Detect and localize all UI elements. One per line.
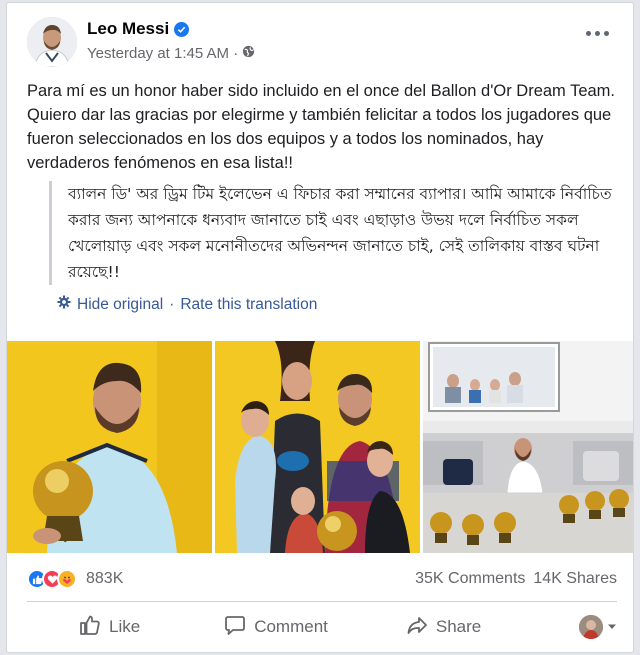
thumbs-up-icon — [79, 614, 101, 641]
actions-divider — [27, 601, 617, 602]
gear-icon — [57, 295, 71, 314]
post-meta: Yesterday at 1:45 AM · — [87, 45, 255, 62]
reactions-count[interactable]: 883K — [86, 570, 123, 588]
post-text: Para mí es un honor haber sido incluido … — [27, 82, 616, 172]
comment-bubble-icon — [224, 614, 246, 641]
author-name[interactable]: Leo Messi — [87, 19, 169, 39]
post-actions: Like Comment Share — [27, 607, 617, 647]
more-options-button[interactable] — [586, 31, 609, 36]
care-reaction-icon — [57, 569, 77, 589]
author-avatar[interactable] — [27, 17, 77, 67]
photo-grid — [7, 341, 633, 553]
more-dot-icon — [595, 31, 600, 36]
verified-badge-icon — [174, 21, 190, 37]
hide-original-link[interactable]: Hide original — [77, 296, 163, 314]
facebook-post-card: Leo Messi Yesterday at 1:45 AM · Para mí… — [6, 2, 634, 653]
more-dot-icon — [604, 31, 609, 36]
comment-label: Comment — [254, 617, 328, 636]
comments-count[interactable]: 35K Comments — [415, 570, 525, 588]
photo-2[interactable] — [215, 341, 420, 553]
post-stats: 883K 35K Comments 14K Shares — [27, 565, 617, 593]
photo-3[interactable] — [423, 341, 633, 553]
translation-controls: Hide original · Rate this translation — [57, 295, 317, 314]
globe-icon[interactable] — [242, 45, 255, 62]
like-label: Like — [109, 617, 141, 636]
post-timestamp[interactable]: Yesterday at 1:45 AM · — [87, 45, 238, 62]
separator-dot: · — [169, 295, 175, 313]
share-arrow-icon — [406, 614, 428, 641]
translated-text: ব্যালন ডি' অর ড্রিম টিম ইলেভেন এ ফিচার ক… — [49, 181, 619, 285]
engagement-counts: 35K Comments 14K Shares — [415, 570, 617, 588]
share-button[interactable]: Share — [406, 614, 481, 641]
comment-button[interactable]: Comment — [224, 614, 328, 641]
photo-1[interactable] — [7, 341, 212, 553]
share-label: Share — [435, 617, 482, 636]
author-name-row: Leo Messi — [87, 19, 190, 39]
more-dot-icon — [586, 31, 591, 36]
audience-selector[interactable] — [579, 615, 617, 639]
chevron-down-icon — [607, 618, 617, 636]
like-button[interactable]: Like — [79, 614, 140, 641]
reactions-summary[interactable]: 883K — [27, 569, 123, 589]
rate-translation-link[interactable]: Rate this translation — [180, 296, 317, 314]
shares-count[interactable]: 14K Shares — [533, 570, 617, 588]
viewer-avatar — [579, 615, 603, 639]
